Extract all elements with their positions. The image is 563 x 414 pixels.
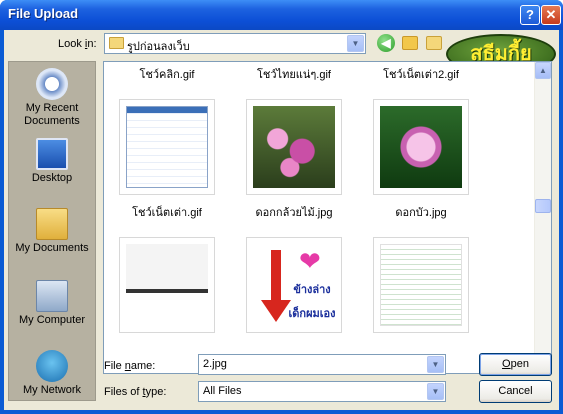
files-of-type-dropdown[interactable]: All Files ▼ [198, 381, 446, 402]
file-upload-dialog: File Upload ? ✕ Look in: รูปก่อนลงเว็บ ▼… [0, 0, 563, 414]
file-caption[interactable]: ดอกกล้วยไม้.jpg [229, 203, 359, 221]
place-label: Desktop [31, 172, 73, 184]
file-thumbnail[interactable] [373, 99, 469, 195]
dialog-body: Look in: รูปก่อนลงเว็บ ▼ ◀ สธีมกี้ย My R… [4, 30, 559, 410]
orchid-image [253, 106, 335, 188]
file-list-view[interactable]: โชว์คลิก.gif โชว์ไทยแน่ๆ.gif โชว์เน็ตเต่… [103, 61, 552, 374]
file-caption[interactable]: ดอกบัว.jpg [356, 203, 486, 221]
cancel-button[interactable]: Cancel [479, 380, 552, 403]
heart-icon: ❤ [299, 246, 321, 276]
my-computer-icon [36, 280, 68, 312]
look-in-value: รูปก่อนลงเว็บ [127, 41, 190, 53]
window-title: File Upload [8, 6, 79, 21]
place-label: My Documents [15, 242, 89, 254]
chevron-down-icon[interactable]: ▼ [427, 383, 444, 400]
file-thumbnail[interactable] [373, 237, 469, 333]
image-text: เด็กผมเอง [288, 308, 336, 320]
title-bar[interactable]: File Upload ? ✕ [0, 0, 563, 30]
file-caption[interactable]: โชว์เน็ตเต่า2.gif [356, 65, 486, 83]
desktop-icon [36, 138, 68, 170]
image-text: ข้างล่าง [293, 284, 331, 296]
open-button[interactable]: Open [479, 353, 552, 376]
file-thumbnail[interactable] [119, 237, 215, 333]
file-caption[interactable]: โชว์ไทยแน่ๆ.gif [229, 65, 359, 83]
files-of-type-label: Files of type: [104, 386, 167, 398]
file-thumbnail[interactable] [119, 99, 215, 195]
file-caption[interactable]: โชว์เน็ตเต่า.gif [104, 203, 232, 221]
my-documents-icon [36, 208, 68, 240]
help-button[interactable]: ? [520, 5, 540, 25]
vertical-scrollbar[interactable]: ▲ ▼ [534, 62, 551, 373]
file-name-input[interactable]: 2.jpg ▼ [198, 354, 446, 375]
file-name-label: File name: [104, 360, 156, 372]
place-label: My Network [22, 384, 82, 396]
look-in-label: Look in: [58, 38, 97, 50]
arrow-shaft [271, 250, 281, 302]
place-my-recent-documents[interactable]: My Recent Documents [9, 68, 95, 128]
places-bar: My Recent Documents Desktop My Documents… [8, 61, 96, 401]
file-thumbnail[interactable] [246, 99, 342, 195]
place-my-documents[interactable]: My Documents [9, 208, 95, 255]
file-thumbnail[interactable]: ❤ ข้างล่าง เด็กผมเอง [246, 237, 342, 333]
file-name-value: 2.jpg [203, 358, 227, 370]
chevron-down-icon[interactable]: ▼ [427, 356, 444, 373]
files-of-type-value: All Files [203, 385, 242, 397]
chevron-down-icon[interactable]: ▼ [347, 35, 364, 52]
document-image [380, 244, 462, 326]
place-desktop[interactable]: Desktop [9, 138, 95, 185]
place-label: My Recent Documents [24, 102, 80, 127]
look-in-dropdown[interactable]: รูปก่อนลงเว็บ ▼ [104, 33, 366, 54]
arrow-image: ❤ ข้างล่าง เด็กผมเอง [253, 244, 336, 326]
recent-documents-icon [36, 68, 68, 100]
back-icon[interactable]: ◀ [377, 34, 395, 52]
screenshot-image [126, 106, 208, 188]
close-button[interactable]: ✕ [541, 5, 561, 25]
my-network-icon [36, 350, 68, 382]
scroll-up-icon[interactable]: ▲ [535, 62, 551, 79]
lotus-image [380, 106, 462, 188]
place-my-network[interactable]: My Network [9, 350, 95, 397]
place-my-computer[interactable]: My Computer [9, 280, 95, 327]
file-caption[interactable]: โชว์คลิก.gif [104, 65, 232, 83]
up-one-level-icon[interactable] [402, 36, 418, 50]
folder-icon [109, 37, 124, 49]
piano-image [126, 244, 208, 326]
scroll-thumb[interactable] [535, 199, 551, 213]
place-label: My Computer [18, 314, 86, 326]
new-folder-icon[interactable] [426, 36, 442, 50]
